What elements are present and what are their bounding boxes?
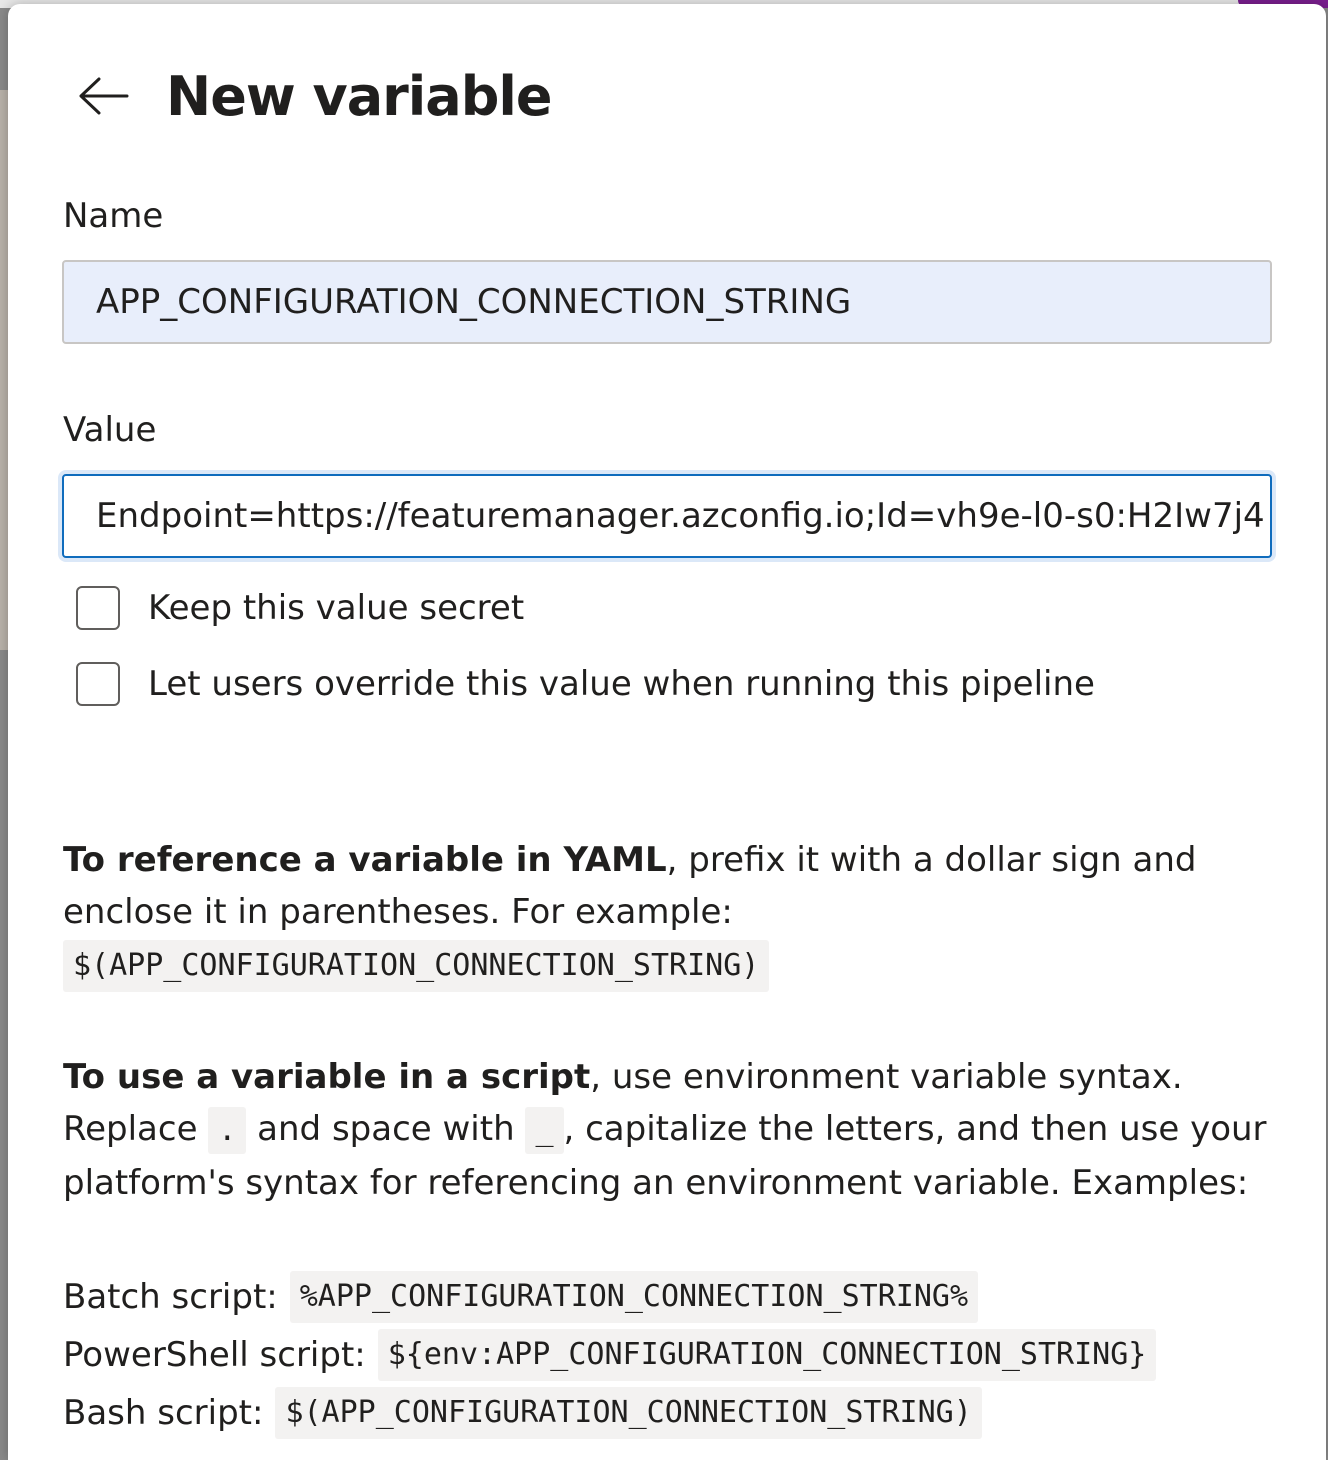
example-label: Bash script: [63,1393,264,1433]
example-label: PowerShell script: [63,1335,366,1375]
value-input[interactable]: Endpoint=https://featuremanager.azconfig… [62,474,1272,558]
yaml-help-bold: To reference a variable in YAML [63,840,667,880]
example-code: %APP_CONFIGURATION_CONNECTION_STRING% [289,1271,979,1323]
arrow-left-icon [79,77,129,115]
secret-checkbox[interactable] [76,586,120,630]
back-button[interactable] [68,61,138,131]
example-code: ${env:APP_CONFIGURATION_CONNECTION_STRIN… [377,1329,1157,1381]
example-label: Batch script: [63,1277,278,1317]
secret-checkbox-label: Keep this value secret [148,588,525,628]
example-bash: Bash script: $(APP_CONFIGURATION_CONNECT… [63,1384,1156,1442]
name-label: Name [63,196,164,236]
underscore-code: _ [525,1107,564,1154]
yaml-help-text: To reference a variable in YAML, prefix … [63,834,1293,992]
example-powershell: PowerShell script: ${env:APP_CONFIGURATI… [63,1326,1157,1384]
script-help-text: To use a variable in a script, use envir… [63,1051,1293,1209]
name-input[interactable]: APP_CONFIGURATION_CONNECTION_STRING [62,260,1272,344]
override-checkbox[interactable] [76,662,120,706]
script-help-body-2: and space with [246,1109,526,1149]
dot-code: . [208,1107,247,1154]
background-page-edge [0,90,8,650]
value-label: Value [63,410,157,450]
script-help-bold: To use a variable in a script [63,1057,591,1097]
override-checkbox-label: Let users override this value when runni… [148,664,1095,704]
script-examples: Batch script: %APP_CONFIGURATION_CONNECT… [63,1268,1157,1442]
secret-checkbox-row[interactable]: Keep this value secret [76,586,524,630]
example-code: $(APP_CONFIGURATION_CONNECTION_STRING) [275,1387,982,1439]
new-variable-panel: New variable Name APP_CONFIGURATION_CONN… [8,4,1326,1460]
example-batch: Batch script: %APP_CONFIGURATION_CONNECT… [63,1268,1156,1326]
yaml-example-code: $(APP_CONFIGURATION_CONNECTION_STRING) [63,940,770,992]
panel-title: New variable [166,64,553,128]
override-checkbox-row[interactable]: Let users override this value when runni… [76,662,1095,706]
panel-header: New variable [68,56,553,136]
